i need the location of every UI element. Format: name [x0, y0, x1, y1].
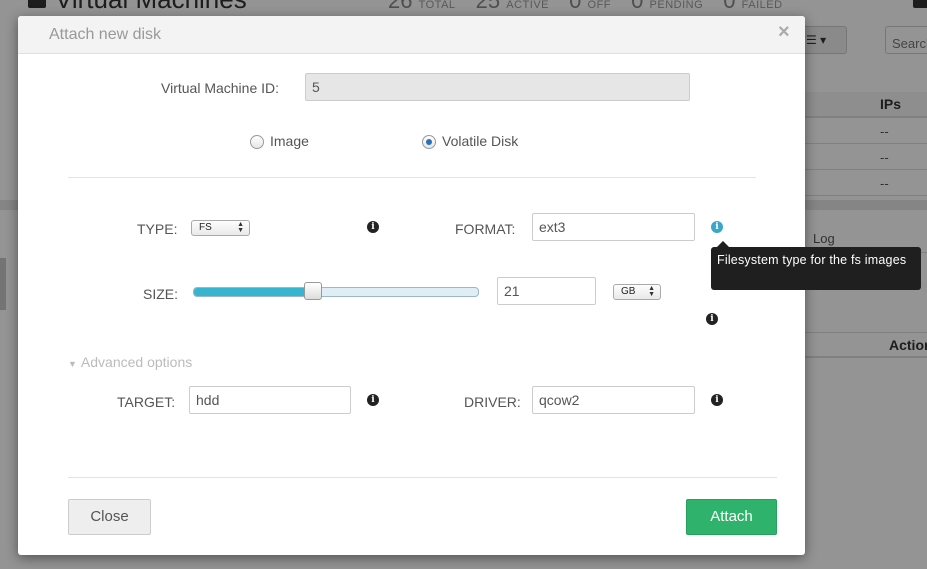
format-label: FORMAT:: [455, 221, 516, 237]
dialog-title: Attach new disk: [49, 26, 162, 43]
type-select-value: FS: [199, 222, 212, 233]
dialog-header: Attach new disk ×: [18, 16, 805, 54]
caret-down-icon: ▼: [68, 359, 77, 369]
volatile-disk-radio[interactable]: [422, 135, 436, 149]
select-arrows-icon: ▲ ▼: [237, 221, 244, 234]
advanced-options-label: Advanced options: [80, 354, 193, 370]
divider: [68, 177, 756, 178]
target-input[interactable]: [189, 386, 351, 414]
size-unit-select[interactable]: GB ▲ ▼: [613, 284, 661, 300]
attach-button[interactable]: Attach: [686, 499, 777, 535]
size-unit-value: GB: [621, 286, 636, 297]
footer-divider: [68, 477, 777, 478]
vm-id-label: Virtual Machine ID:: [161, 80, 280, 96]
size-slider-handle[interactable]: [304, 282, 323, 300]
close-icon[interactable]: ×: [778, 22, 790, 42]
select-arrows-icon: ▲ ▼: [648, 285, 655, 298]
info-icon[interactable]: i: [367, 221, 379, 233]
advanced-options-toggle[interactable]: ▼ Advanced options: [68, 354, 192, 370]
image-radio[interactable]: [250, 135, 264, 149]
format-tooltip: Filesystem type for the fs images: [711, 241, 921, 290]
info-icon[interactable]: i: [367, 394, 379, 406]
image-radio-label[interactable]: Image: [270, 133, 309, 149]
info-icon[interactable]: i: [711, 221, 723, 233]
size-slider-fill: [194, 288, 314, 296]
type-label: TYPE:: [137, 221, 178, 237]
size-input[interactable]: [497, 277, 596, 305]
driver-input[interactable]: [532, 386, 695, 414]
vm-id-field[interactable]: [305, 73, 690, 101]
close-button[interactable]: Close: [68, 499, 151, 535]
format-input[interactable]: [532, 213, 695, 241]
volatile-disk-radio-label[interactable]: Volatile Disk: [442, 133, 518, 149]
target-label: TARGET:: [117, 394, 176, 410]
size-slider-track[interactable]: [193, 287, 479, 297]
info-icon[interactable]: i: [706, 313, 718, 325]
driver-label: DRIVER:: [464, 394, 521, 410]
attach-disk-dialog: Attach new disk × Virtual Machine ID: Im…: [18, 16, 921, 555]
size-label: SIZE:: [143, 286, 179, 302]
info-icon[interactable]: i: [711, 394, 723, 406]
type-select[interactable]: FS ▲ ▼: [191, 220, 250, 236]
